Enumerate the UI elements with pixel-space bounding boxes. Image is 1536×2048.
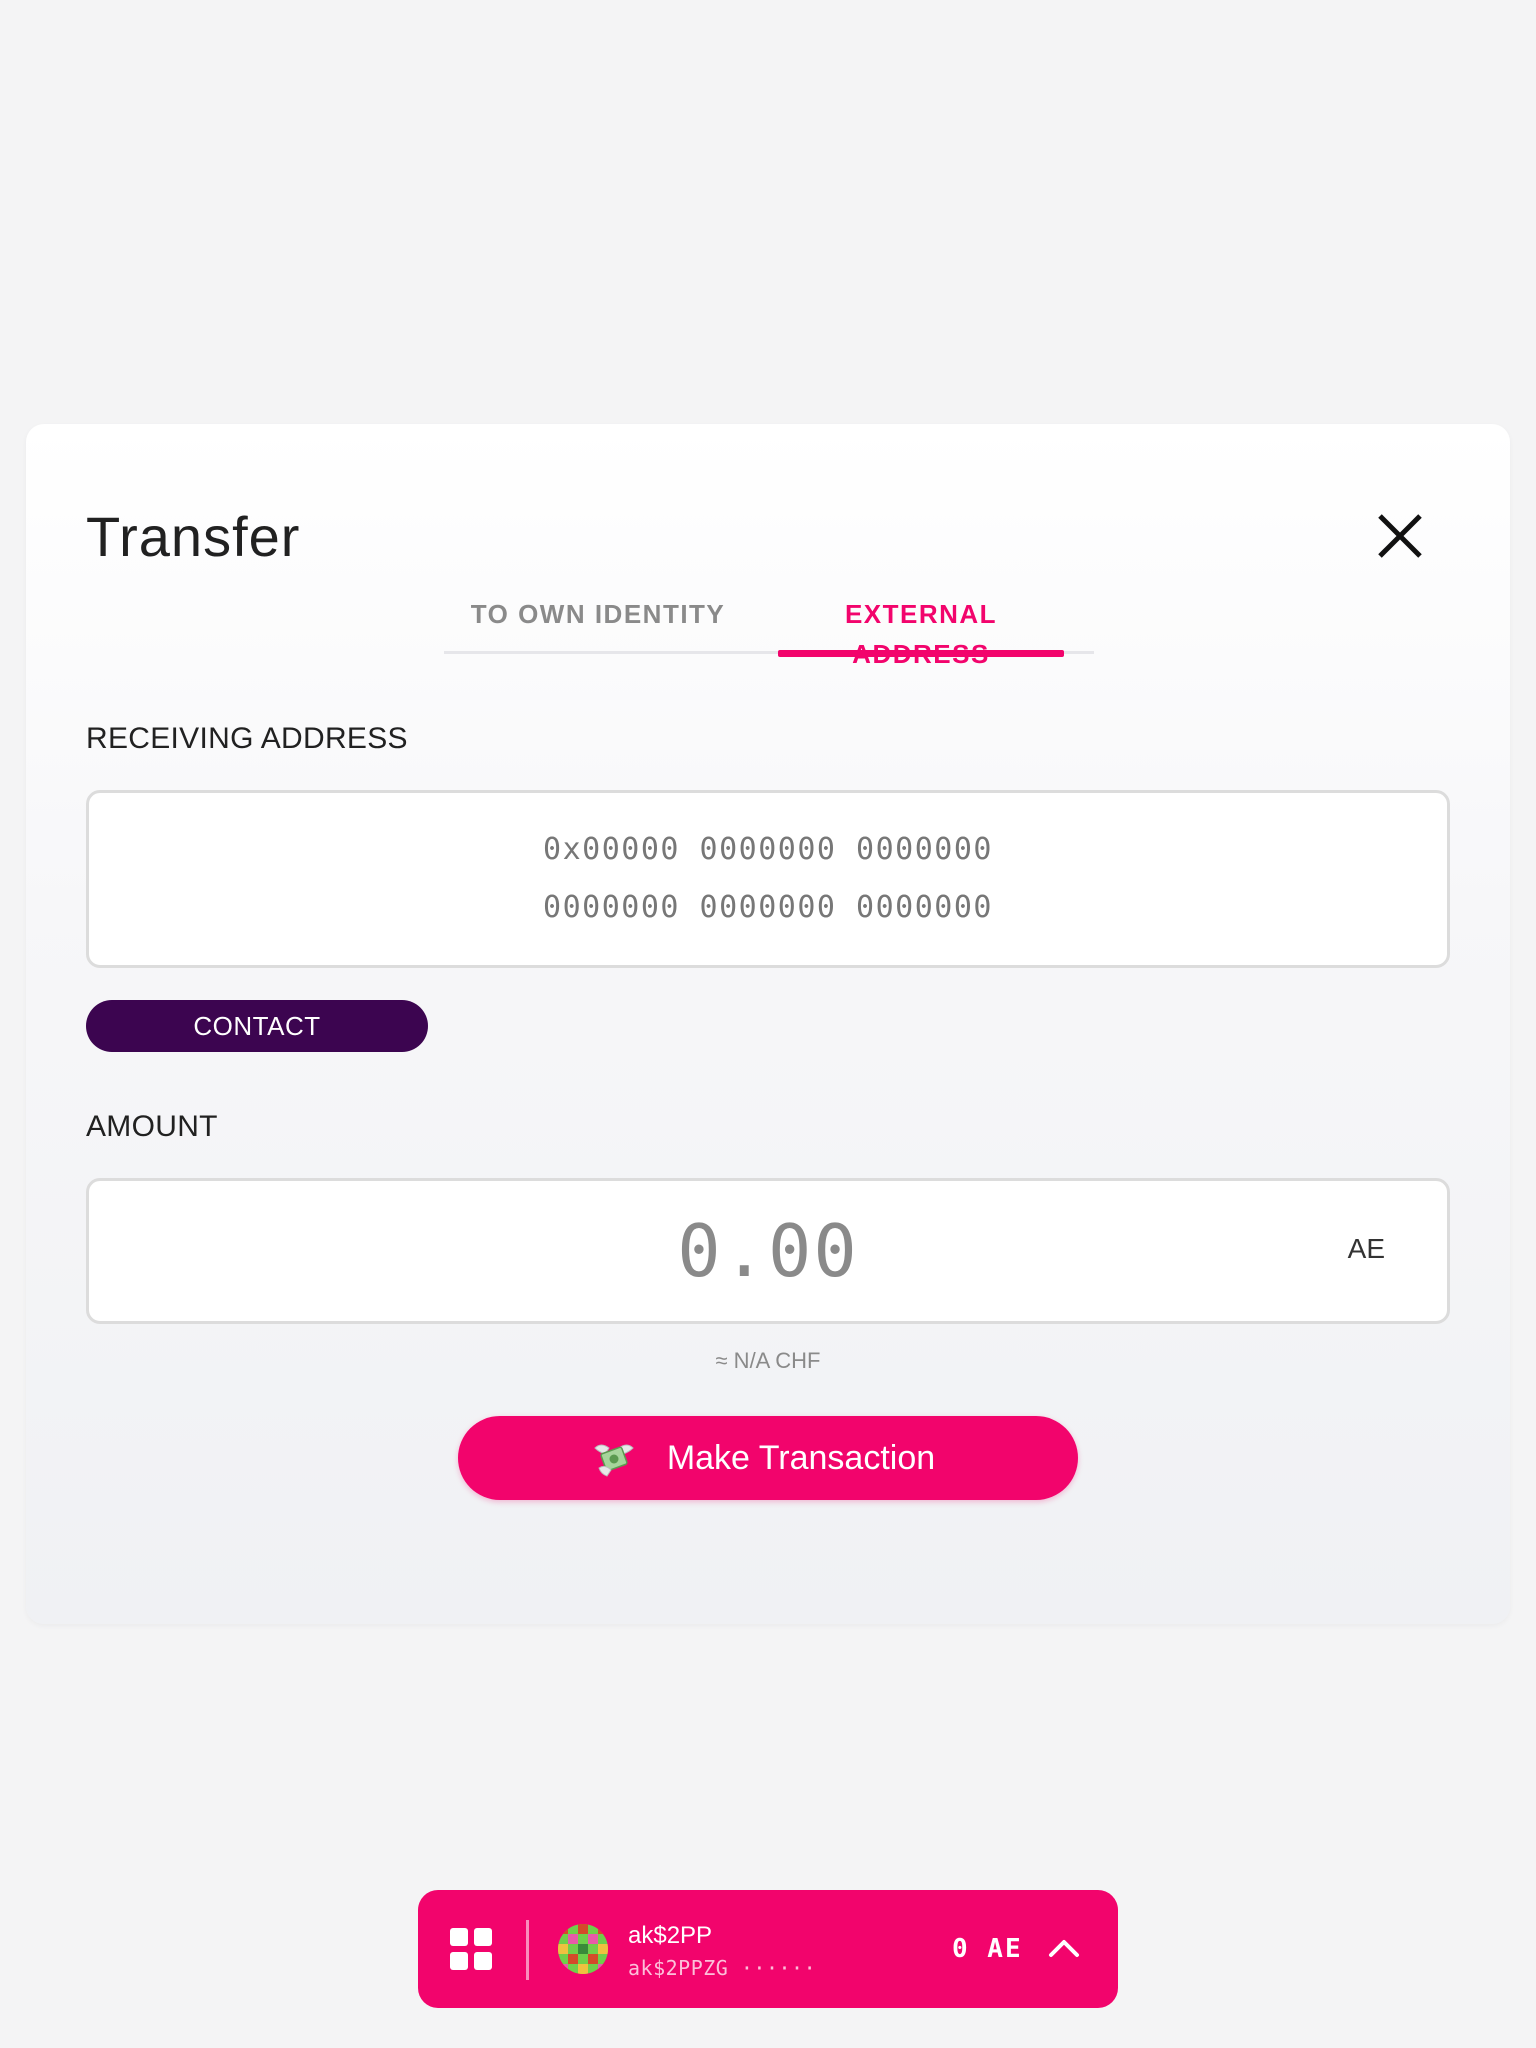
make-transaction-label: Make Transaction [666, 1438, 936, 1477]
account-balance: 0 AE [952, 1934, 1023, 1964]
account-address: ak$2PPZG ······ [628, 1956, 817, 1980]
amount-label: AMOUNT [86, 1110, 218, 1143]
account-name: ak$2PP [628, 1922, 713, 1949]
make-transaction-button[interactable]: Make Transaction [458, 1416, 1078, 1500]
bar-divider [526, 1920, 529, 1980]
account-bar: ak$2PP ak$2PPZG ······ 0 AE [418, 1890, 1118, 2008]
amount-input[interactable]: 0.00 AE [86, 1178, 1450, 1324]
tab-own-identity[interactable]: TO OWN IDENTITY [444, 594, 752, 654]
address-placeholder-line1: 0x00000 0000000 0000000 [543, 832, 993, 867]
close-icon[interactable] [1372, 508, 1428, 564]
chevron-up-icon[interactable] [1046, 1930, 1082, 1966]
money-with-wings-icon [594, 1444, 634, 1477]
fiat-estimate: ≈ N/A CHF [715, 1348, 821, 1373]
transfer-modal: Transfer TO OWN IDENTITY EXTERNAL ADDRES… [26, 424, 1510, 1624]
modal-title: Transfer [86, 505, 301, 568]
grid-icon[interactable] [448, 1926, 494, 1972]
amount-placeholder: 0.00 [677, 1209, 859, 1293]
contact-button[interactable]: CONTACT [86, 1000, 428, 1052]
account-avatar[interactable] [558, 1924, 608, 1974]
receiving-address-input[interactable]: 0x00000 0000000 0000000 0000000 0000000 … [86, 790, 1450, 968]
tab-external-address[interactable]: EXTERNAL ADDRESS [778, 594, 1064, 669]
transfer-tabs: TO OWN IDENTITY EXTERNAL ADDRESS [444, 594, 1094, 669]
amount-unit: AE [1347, 1233, 1385, 1264]
receiving-address-label: RECEIVING ADDRESS [86, 722, 408, 755]
address-placeholder-line2: 0000000 0000000 0000000 [543, 890, 993, 925]
